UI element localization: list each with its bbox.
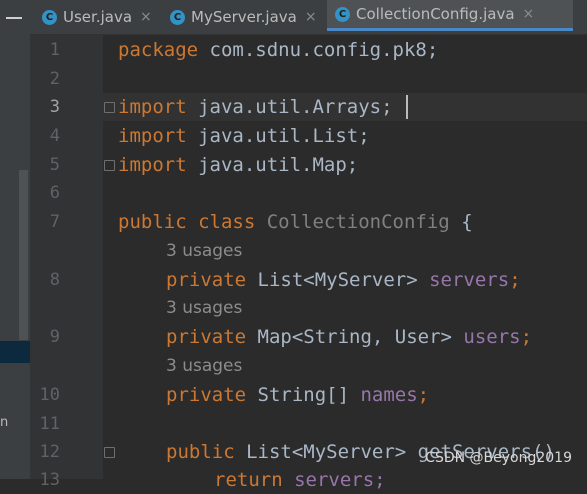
keyword: private (166, 326, 258, 348)
field-name: servers (429, 269, 510, 291)
tab-label: MyServer.java (191, 8, 297, 26)
c-class-icon: C (335, 6, 350, 22)
keyword: import (118, 154, 187, 176)
line-number: 10 (39, 385, 60, 405)
tab-label: User.java (63, 8, 133, 26)
tab-label: CollectionConfig.java (356, 5, 515, 23)
fold-marker-icon[interactable] (104, 102, 115, 113)
panel-text-fragment: n (0, 415, 9, 430)
editor-tab-bar: C User.java × C MyServer.java × C Collec… (30, 0, 587, 35)
import-path: java.util.Arrays; (186, 96, 393, 118)
keyword: private (166, 384, 258, 406)
import-path: java.util.Map; (186, 154, 359, 176)
semicolon: ; (509, 269, 521, 291)
panel-scrollbar[interactable] (19, 170, 28, 340)
tab-collectionconfig-java[interactable]: C CollectionConfig.java × (327, 0, 573, 31)
line-number: 11 (39, 414, 60, 434)
code-line-4: import java.util.List; (118, 122, 370, 150)
c-class-icon: C (42, 9, 57, 25)
type-name: List<MyServer> (246, 441, 418, 463)
line-number: 12 (39, 442, 60, 462)
c-class-icon: C (170, 9, 185, 25)
keyword: public (166, 441, 247, 463)
project-panel-strip: n (0, 0, 30, 479)
keyword: public class (118, 211, 267, 233)
close-icon[interactable]: × (305, 9, 317, 25)
fold-marker-icon[interactable] (104, 160, 115, 171)
line-number: 2 (49, 69, 60, 89)
brace: { (449, 211, 473, 233)
code-line-13: return servers; (214, 466, 386, 494)
selected-tree-item[interactable] (0, 341, 30, 363)
text-caret (406, 95, 408, 119)
keyword: return (214, 469, 295, 491)
tab-myserver-java[interactable]: C MyServer.java × (170, 0, 317, 34)
usages-hint[interactable]: 3 usages (166, 295, 242, 321)
code-line-3: import java.util.Arrays; (118, 93, 393, 121)
code-line-9: private Map<String, User> users; (166, 323, 532, 351)
code-line-10: private String[] names; (166, 381, 429, 409)
line-number: 7 (49, 212, 60, 232)
line-number: 5 (49, 155, 60, 175)
code-line-5: import java.util.Map; (118, 151, 358, 179)
line-number: 6 (49, 183, 60, 203)
line-number: 13 (39, 470, 60, 490)
package-name: com.sdnu.config.pk8; (198, 39, 439, 61)
code-line-7: public class CollectionConfig { (118, 208, 473, 236)
code-line-1: package com.sdnu.config.pk8; (118, 36, 438, 64)
fold-marker-icon[interactable] (104, 447, 115, 458)
type-name: Map<String, User> (257, 326, 464, 348)
line-number-current: 3 (49, 97, 60, 117)
usages-hint[interactable]: 3 usages (166, 238, 242, 264)
keyword: private (166, 269, 258, 291)
line-number: 4 (49, 126, 60, 146)
close-icon[interactable]: × (523, 6, 535, 22)
keyword: import (118, 96, 187, 118)
watermark: CSDN @Beyong2019 (425, 450, 572, 466)
line-number: 9 (49, 327, 60, 347)
keyword: package (118, 39, 199, 61)
class-name: CollectionConfig (266, 211, 450, 233)
semicolon: ; (417, 384, 430, 406)
line-number: 1 (49, 40, 60, 60)
type-name: List<MyServer> (257, 269, 430, 291)
usages-hint[interactable]: 3 usages (166, 353, 242, 379)
field-name: servers; (294, 469, 386, 491)
code-line-8: private List<MyServer> servers; (166, 266, 521, 294)
field-name: names (360, 384, 418, 406)
type-name: String[] (257, 384, 361, 406)
minimize-icon[interactable] (6, 17, 22, 19)
line-number: 8 (49, 270, 60, 290)
keyword: import (118, 125, 187, 147)
tab-user-java[interactable]: C User.java × (42, 0, 152, 34)
close-icon[interactable]: × (140, 9, 152, 25)
semicolon: ; (520, 326, 533, 348)
field-name: users (463, 326, 521, 348)
import-path: java.util.List; (186, 125, 370, 147)
